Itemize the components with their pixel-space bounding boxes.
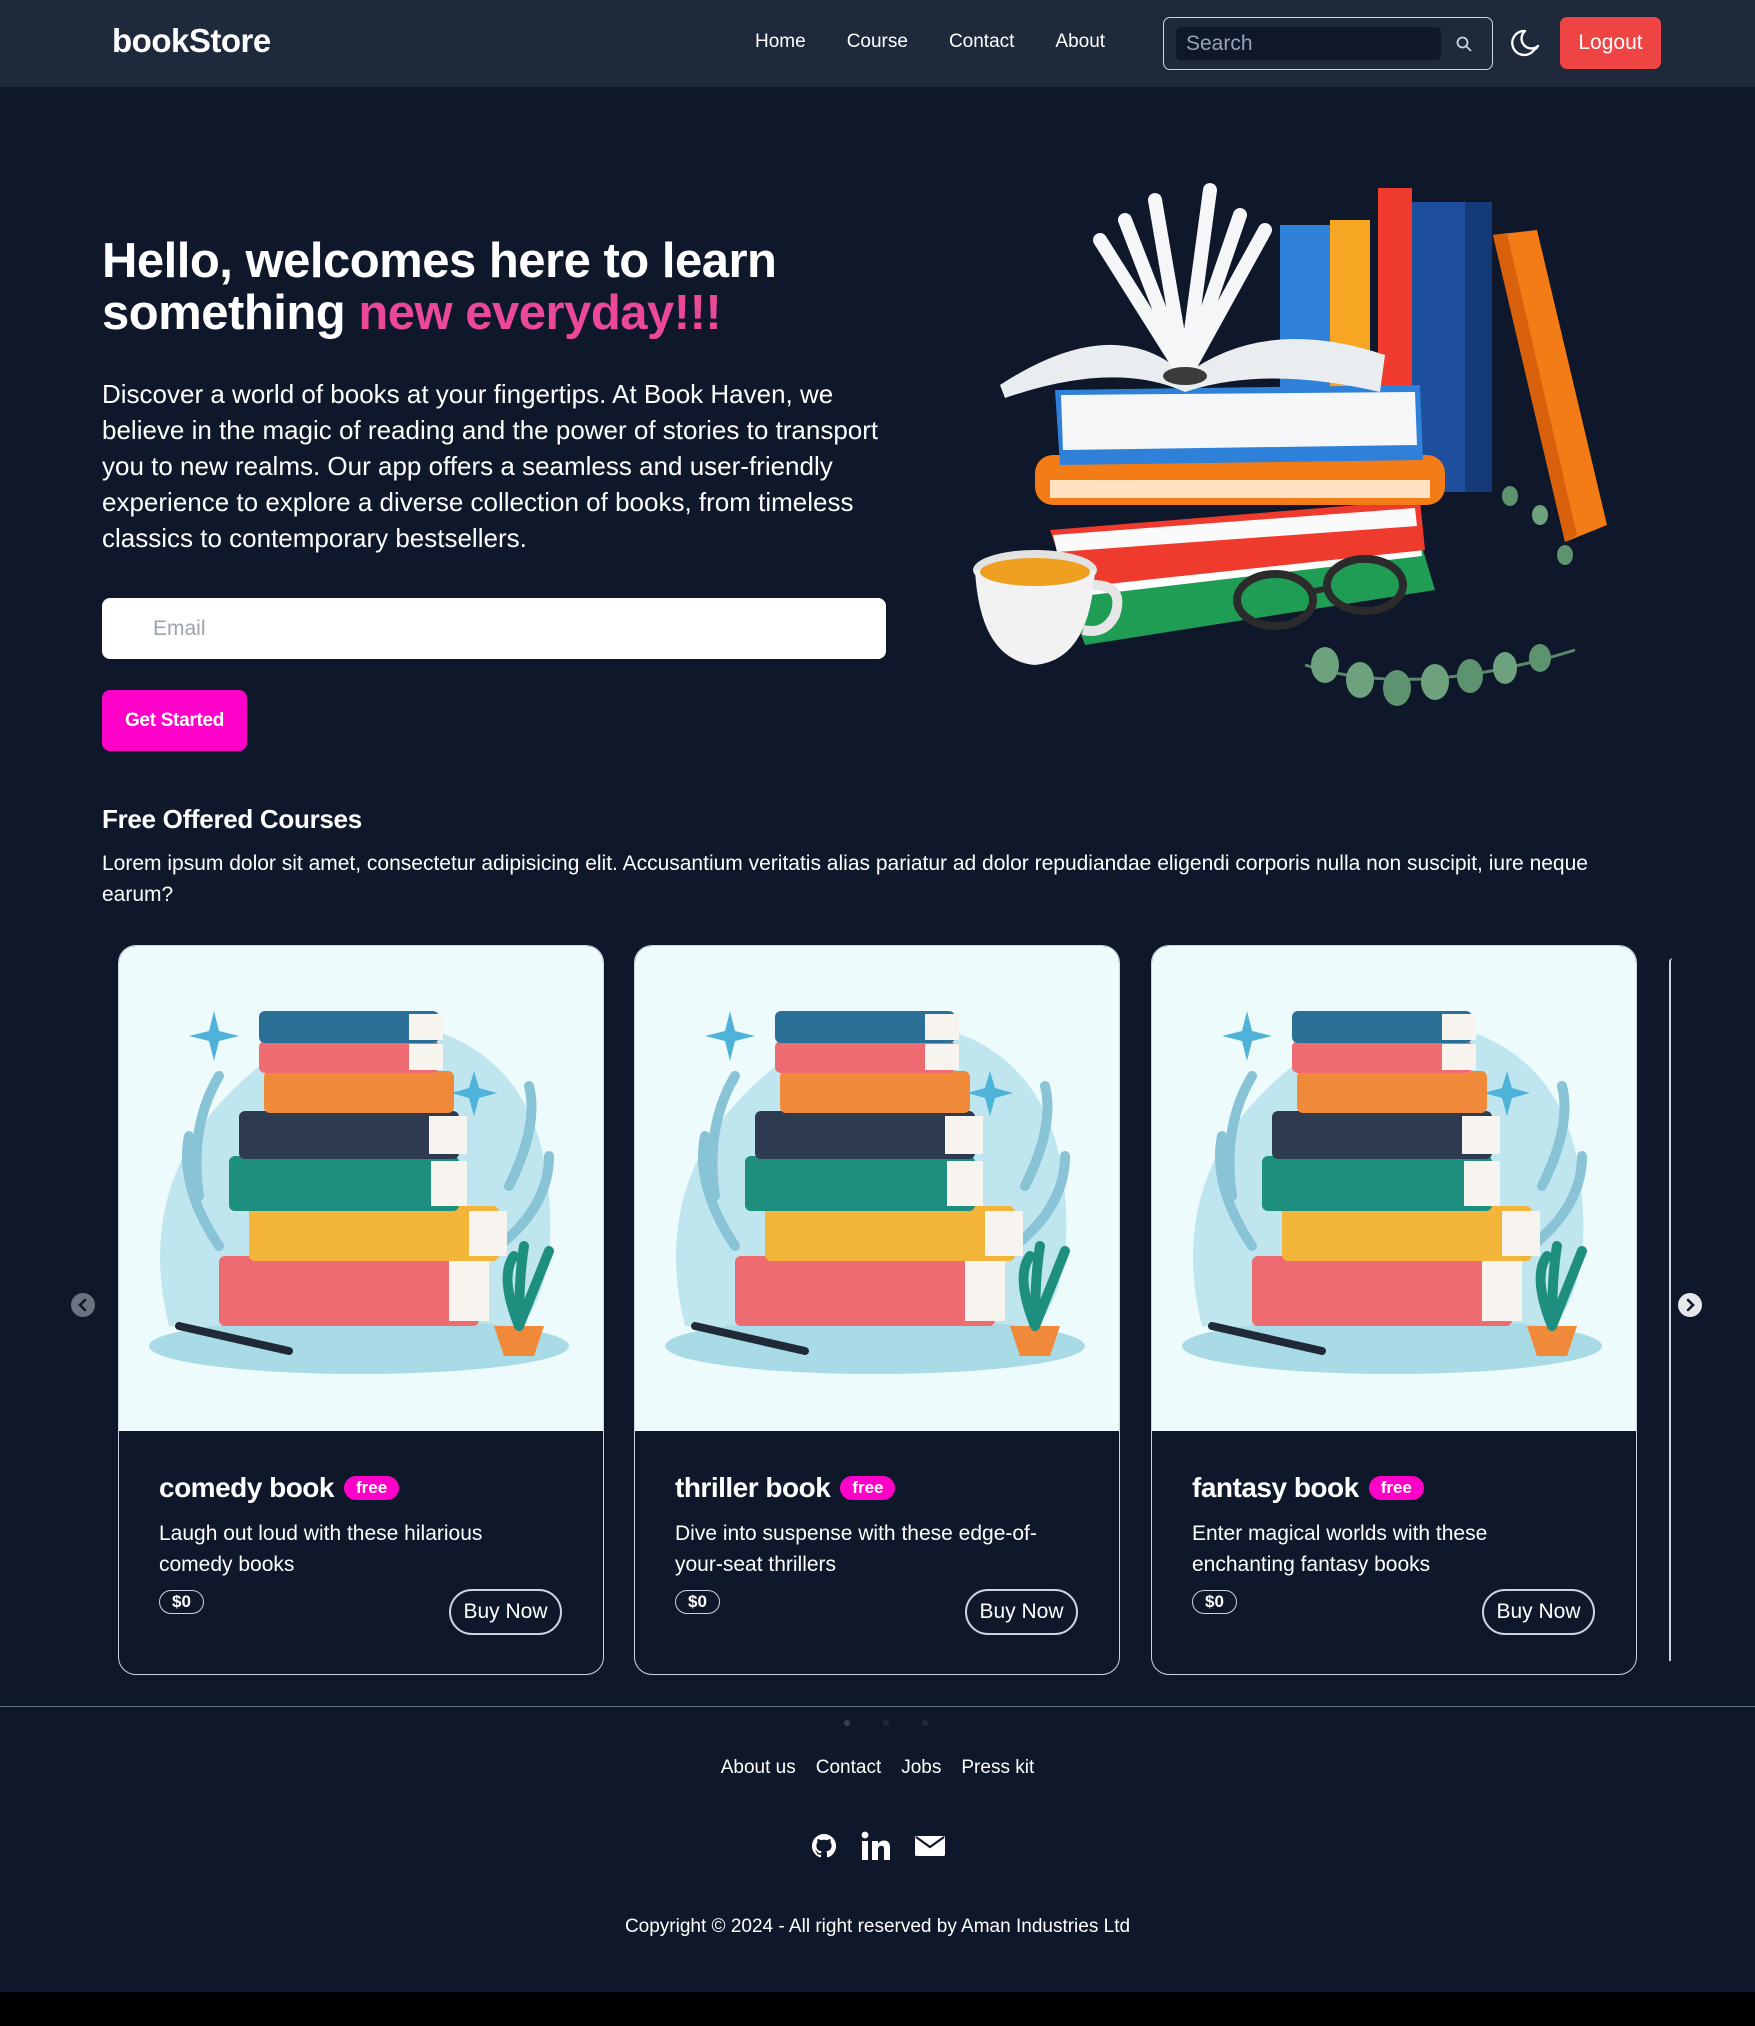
carousel-dot[interactable]	[844, 1720, 850, 1726]
nav-links: Home Course Contact About	[755, 31, 1105, 53]
search-box	[1163, 17, 1493, 70]
course-card-body: thriller book free Dive into suspense wi…	[675, 1472, 1079, 1580]
nav-link-contact[interactable]: Contact	[949, 31, 1014, 53]
nav-link-about[interactable]: About	[1055, 31, 1105, 53]
next-card-peek	[1669, 958, 1673, 1661]
free-badge: free	[840, 1476, 896, 1500]
github-icon[interactable]	[810, 1832, 838, 1860]
footer-link-press-kit[interactable]: Press kit	[961, 1757, 1034, 1779]
free-badge: free	[343, 1476, 400, 1500]
search-icon[interactable]	[1455, 35, 1473, 53]
course-card-body: comedy book free Laugh out loud with the…	[159, 1472, 563, 1580]
chevron-left-icon	[78, 1298, 87, 1312]
books-stack-illustration	[1182, 1011, 1602, 1374]
courses-title: Free Offered Courses	[102, 804, 362, 834]
course-card-title: fantasy book	[1192, 1472, 1359, 1503]
footer-links: About us Contact Jobs Press kit	[0, 1757, 1755, 1779]
footer-link-contact[interactable]: Contact	[816, 1757, 881, 1779]
carousel-next-button[interactable]	[1678, 1293, 1702, 1317]
course-card-title: comedy book	[159, 1472, 334, 1503]
buy-now-button[interactable]: Buy Now	[1482, 1589, 1595, 1635]
get-started-button[interactable]: Get Started	[102, 690, 247, 751]
hero-title-accent: new everyday!!!	[358, 286, 722, 340]
course-card-title-row: thriller book free	[675, 1472, 1079, 1504]
buy-now-button[interactable]: Buy Now	[965, 1589, 1078, 1635]
course-card-title-row: comedy book free	[159, 1472, 563, 1504]
price-badge: $0	[675, 1590, 720, 1614]
carousel-dot[interactable]	[922, 1720, 928, 1726]
buy-now-button[interactable]: Buy Now	[449, 1589, 562, 1635]
logout-button[interactable]: Logout	[1560, 17, 1661, 69]
brand-logo[interactable]: bookStore	[112, 22, 271, 60]
course-card: comedy book free Laugh out loud with the…	[118, 945, 604, 1675]
course-card-text: Laugh out loud with these hilarious come…	[159, 1522, 483, 1576]
nav-link-course[interactable]: Course	[847, 31, 908, 53]
copyright-text: Copyright © 2024 - All right reserved by…	[624, 1916, 1131, 1937]
footer-divider	[0, 1706, 1755, 1707]
course-card: fantasy book free Enter magical worlds w…	[1151, 945, 1637, 1675]
course-card-title: thriller book	[675, 1472, 831, 1503]
hero-books-illustration	[973, 183, 1607, 706]
price-badge: $0	[1192, 1590, 1237, 1614]
free-badge: free	[1368, 1476, 1424, 1500]
carousel-prev-button[interactable]	[71, 1293, 95, 1317]
nav-link-home[interactable]: Home	[755, 31, 806, 53]
footer-link-about-us[interactable]: About us	[721, 1757, 796, 1779]
hero-description: Discover a world of books at your finger…	[102, 379, 879, 553]
footer-link-jobs[interactable]: Jobs	[901, 1757, 941, 1779]
courses-description: Lorem ipsum dolor sit amet, consectetur …	[102, 852, 1588, 906]
carousel-dots	[844, 1720, 928, 1726]
moon-icon[interactable]	[1510, 25, 1544, 59]
course-card-title-row: fantasy book free	[1192, 1472, 1596, 1504]
books-stack-illustration	[149, 1011, 569, 1374]
course-card-text: Dive into suspense with these edge-of-yo…	[675, 1522, 1037, 1576]
course-card: thriller book free Dive into suspense wi…	[634, 945, 1120, 1675]
course-card-text: Enter magical worlds with these enchanti…	[1192, 1522, 1488, 1576]
email-field[interactable]	[102, 598, 886, 659]
hero-title: Hello, welcomes here to learn something …	[102, 235, 922, 339]
linkedin-icon[interactable]	[860, 1830, 892, 1862]
course-card-image	[635, 946, 1119, 1431]
bottom-bar	[0, 1992, 1755, 2026]
course-card-image	[119, 946, 603, 1431]
navbar: bookStore Home Course Contact About Logo…	[0, 0, 1755, 87]
books-stack-illustration	[665, 1011, 1085, 1374]
search-input[interactable]	[1176, 27, 1441, 60]
mail-icon[interactable]	[914, 1834, 946, 1858]
course-card-body: fantasy book free Enter magical worlds w…	[1192, 1472, 1596, 1580]
social-icons	[0, 1830, 1755, 1862]
price-badge: $0	[159, 1590, 204, 1614]
chevron-right-icon	[1686, 1298, 1695, 1312]
course-card-image	[1152, 946, 1636, 1431]
carousel-dot[interactable]	[883, 1720, 889, 1726]
